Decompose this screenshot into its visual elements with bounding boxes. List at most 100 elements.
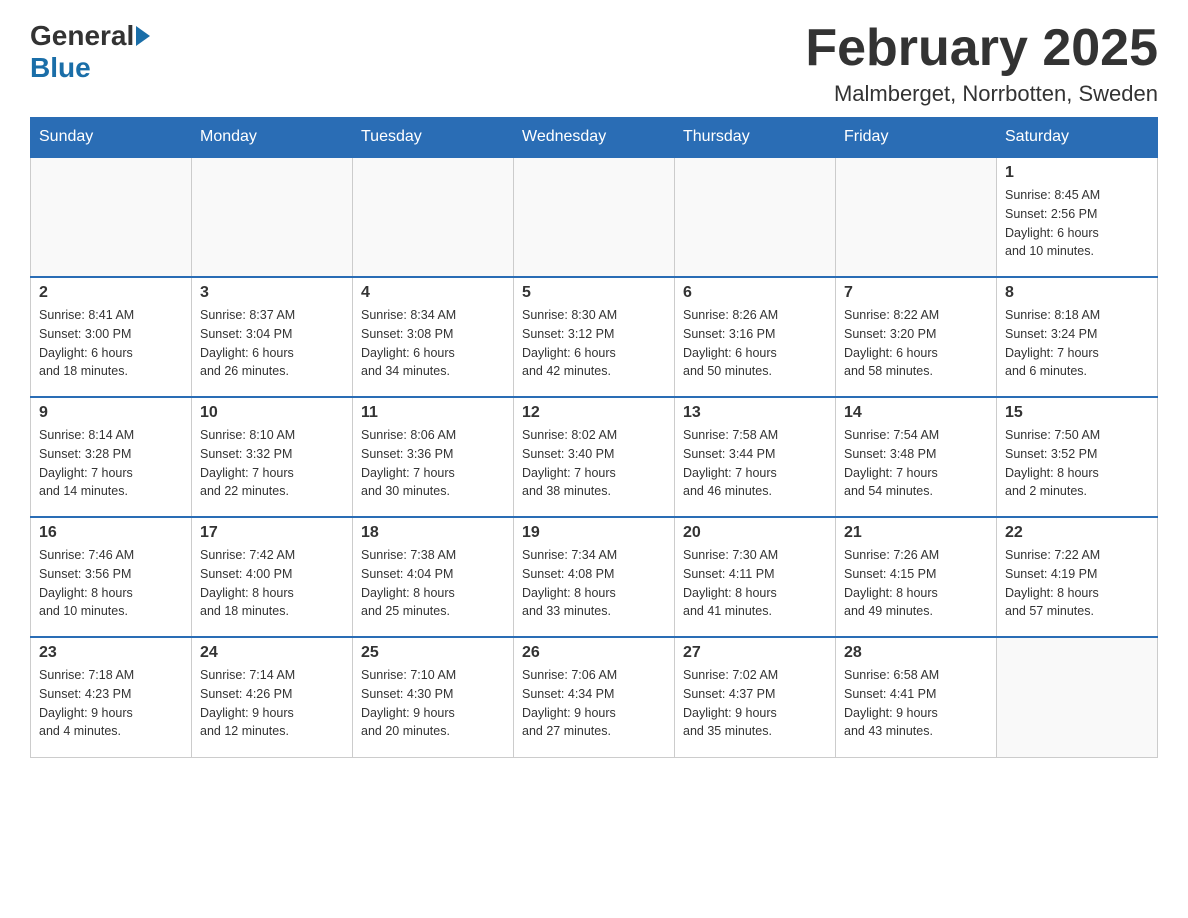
day-info: Sunrise: 7:18 AM Sunset: 4:23 PM Dayligh… [39, 666, 183, 741]
calendar-cell: 11 Sunrise: 8:06 AM Sunset: 3:36 PM Dayli… [353, 397, 514, 517]
day-number: 18 [361, 524, 505, 542]
day-number: 7 [844, 284, 988, 302]
weekday-header-saturday: Saturday [997, 118, 1158, 158]
day-number: 21 [844, 524, 988, 542]
day-number: 28 [844, 644, 988, 662]
day-info: Sunrise: 7:02 AM Sunset: 4:37 PM Dayligh… [683, 666, 827, 741]
calendar-cell: 13 Sunrise: 7:58 AM Sunset: 3:44 PM Dayli… [675, 397, 836, 517]
day-info: Sunrise: 7:10 AM Sunset: 4:30 PM Dayligh… [361, 666, 505, 741]
calendar-cell: 9 Sunrise: 8:14 AM Sunset: 3:28 PM Daylig… [31, 397, 192, 517]
logo-general-text: General [30, 20, 134, 52]
day-info: Sunrise: 7:38 AM Sunset: 4:04 PM Dayligh… [361, 546, 505, 621]
logo-arrow-icon [136, 26, 150, 46]
day-number: 22 [1005, 524, 1149, 542]
day-number: 19 [522, 524, 666, 542]
calendar-cell: 5 Sunrise: 8:30 AM Sunset: 3:12 PM Daylig… [514, 277, 675, 397]
day-number: 24 [200, 644, 344, 662]
day-number: 13 [683, 404, 827, 422]
weekday-header-wednesday: Wednesday [514, 118, 675, 158]
calendar-cell: 14 Sunrise: 7:54 AM Sunset: 3:48 PM Dayli… [836, 397, 997, 517]
day-info: Sunrise: 7:34 AM Sunset: 4:08 PM Dayligh… [522, 546, 666, 621]
calendar-cell: 2 Sunrise: 8:41 AM Sunset: 3:00 PM Daylig… [31, 277, 192, 397]
calendar-cell: 27Sunrise: 7:02 AM Sunset: 4:37 PM Dayli… [675, 637, 836, 757]
day-info: Sunrise: 8:06 AM Sunset: 3:36 PM Dayligh… [361, 426, 505, 501]
day-number: 11 [361, 404, 505, 422]
day-info: Sunrise: 8:10 AM Sunset: 3:32 PM Dayligh… [200, 426, 344, 501]
day-number: 26 [522, 644, 666, 662]
weekday-header-row: SundayMondayTuesdayWednesdayThursdayFrid… [31, 118, 1158, 158]
day-info: Sunrise: 8:14 AM Sunset: 3:28 PM Dayligh… [39, 426, 183, 501]
day-info: Sunrise: 7:26 AM Sunset: 4:15 PM Dayligh… [844, 546, 988, 621]
calendar-cell: 17 Sunrise: 7:42 AM Sunset: 4:00 PM Dayli… [192, 517, 353, 637]
calendar-cell: 4Sunrise: 8:34 AM Sunset: 3:08 PM Daylig… [353, 277, 514, 397]
day-info: Sunrise: 7:50 AM Sunset: 3:52 PM Dayligh… [1005, 426, 1149, 501]
day-number: 3 [200, 284, 344, 302]
day-number: 15 [1005, 404, 1149, 422]
calendar-cell: 12 Sunrise: 8:02 AM Sunset: 3:40 PM Dayli… [514, 397, 675, 517]
logo-blue-text: Blue [30, 52, 91, 83]
calendar-cell: 22Sunrise: 7:22 AM Sunset: 4:19 PM Dayli… [997, 517, 1158, 637]
title-area: February 2025 Malmberget, Norrbotten, Sw… [805, 20, 1158, 107]
calendar-cell [997, 637, 1158, 757]
day-number: 14 [844, 404, 988, 422]
day-info: Sunrise: 7:42 AM Sunset: 4:00 PM Dayligh… [200, 546, 344, 621]
day-info: Sunrise: 8:22 AM Sunset: 3:20 PM Dayligh… [844, 306, 988, 381]
calendar-cell: 26 Sunrise: 7:06 AM Sunset: 4:34 PM Dayli… [514, 637, 675, 757]
calendar-cell [192, 157, 353, 277]
page-header: General Blue February 2025 Malmberget, N… [30, 20, 1158, 107]
calendar-cell: 18 Sunrise: 7:38 AM Sunset: 4:04 PM Dayli… [353, 517, 514, 637]
day-info: Sunrise: 7:30 AM Sunset: 4:11 PM Dayligh… [683, 546, 827, 621]
day-number: 17 [200, 524, 344, 542]
weekday-header-sunday: Sunday [31, 118, 192, 158]
day-info: Sunrise: 6:58 AM Sunset: 4:41 PM Dayligh… [844, 666, 988, 741]
week-row-1: 1 Sunrise: 8:45 AM Sunset: 2:56 PM Daylig… [31, 157, 1158, 277]
day-info: Sunrise: 8:41 AM Sunset: 3:00 PM Dayligh… [39, 306, 183, 381]
calendar-cell: 28 Sunrise: 6:58 AM Sunset: 4:41 PM Dayli… [836, 637, 997, 757]
day-info: Sunrise: 7:14 AM Sunset: 4:26 PM Dayligh… [200, 666, 344, 741]
day-number: 4 [361, 284, 505, 302]
weekday-header-friday: Friday [836, 118, 997, 158]
day-info: Sunrise: 7:46 AM Sunset: 3:56 PM Dayligh… [39, 546, 183, 621]
week-row-3: 9 Sunrise: 8:14 AM Sunset: 3:28 PM Daylig… [31, 397, 1158, 517]
day-number: 8 [1005, 284, 1149, 302]
day-number: 23 [39, 644, 183, 662]
calendar-cell: 8 Sunrise: 8:18 AM Sunset: 3:24 PM Daylig… [997, 277, 1158, 397]
calendar-cell: 25 Sunrise: 7:10 AM Sunset: 4:30 PM Dayli… [353, 637, 514, 757]
calendar-cell: 3 Sunrise: 8:37 AM Sunset: 3:04 PM Daylig… [192, 277, 353, 397]
calendar-cell: 24 Sunrise: 7:14 AM Sunset: 4:26 PM Dayli… [192, 637, 353, 757]
day-info: Sunrise: 7:06 AM Sunset: 4:34 PM Dayligh… [522, 666, 666, 741]
calendar-cell [836, 157, 997, 277]
calendar-cell: 23 Sunrise: 7:18 AM Sunset: 4:23 PM Dayli… [31, 637, 192, 757]
day-info: Sunrise: 7:58 AM Sunset: 3:44 PM Dayligh… [683, 426, 827, 501]
day-info: Sunrise: 7:54 AM Sunset: 3:48 PM Dayligh… [844, 426, 988, 501]
day-number: 5 [522, 284, 666, 302]
day-number: 2 [39, 284, 183, 302]
day-info: Sunrise: 8:45 AM Sunset: 2:56 PM Dayligh… [1005, 186, 1149, 261]
day-number: 6 [683, 284, 827, 302]
day-number: 9 [39, 404, 183, 422]
calendar-cell: 16 Sunrise: 7:46 AM Sunset: 3:56 PM Dayli… [31, 517, 192, 637]
calendar-cell: 10 Sunrise: 8:10 AM Sunset: 3:32 PM Dayli… [192, 397, 353, 517]
day-number: 1 [1005, 164, 1149, 182]
day-number: 25 [361, 644, 505, 662]
week-row-4: 16 Sunrise: 7:46 AM Sunset: 3:56 PM Dayli… [31, 517, 1158, 637]
location-subtitle: Malmberget, Norrbotten, Sweden [805, 81, 1158, 107]
day-info: Sunrise: 8:02 AM Sunset: 3:40 PM Dayligh… [522, 426, 666, 501]
day-info: Sunrise: 8:26 AM Sunset: 3:16 PM Dayligh… [683, 306, 827, 381]
calendar-cell: 19 Sunrise: 7:34 AM Sunset: 4:08 PM Dayli… [514, 517, 675, 637]
calendar-cell [514, 157, 675, 277]
calendar-cell [353, 157, 514, 277]
day-number: 20 [683, 524, 827, 542]
calendar-cell [675, 157, 836, 277]
calendar-cell: 1 Sunrise: 8:45 AM Sunset: 2:56 PM Daylig… [997, 157, 1158, 277]
calendar-table: SundayMondayTuesdayWednesdayThursdayFrid… [30, 117, 1158, 758]
day-number: 10 [200, 404, 344, 422]
day-number: 12 [522, 404, 666, 422]
calendar-cell: 6 Sunrise: 8:26 AM Sunset: 3:16 PM Daylig… [675, 277, 836, 397]
day-info: Sunrise: 8:30 AM Sunset: 3:12 PM Dayligh… [522, 306, 666, 381]
day-number: 16 [39, 524, 183, 542]
week-row-2: 2 Sunrise: 8:41 AM Sunset: 3:00 PM Daylig… [31, 277, 1158, 397]
week-row-5: 23 Sunrise: 7:18 AM Sunset: 4:23 PM Dayli… [31, 637, 1158, 757]
day-info: Sunrise: 8:37 AM Sunset: 3:04 PM Dayligh… [200, 306, 344, 381]
day-info: Sunrise: 8:18 AM Sunset: 3:24 PM Dayligh… [1005, 306, 1149, 381]
